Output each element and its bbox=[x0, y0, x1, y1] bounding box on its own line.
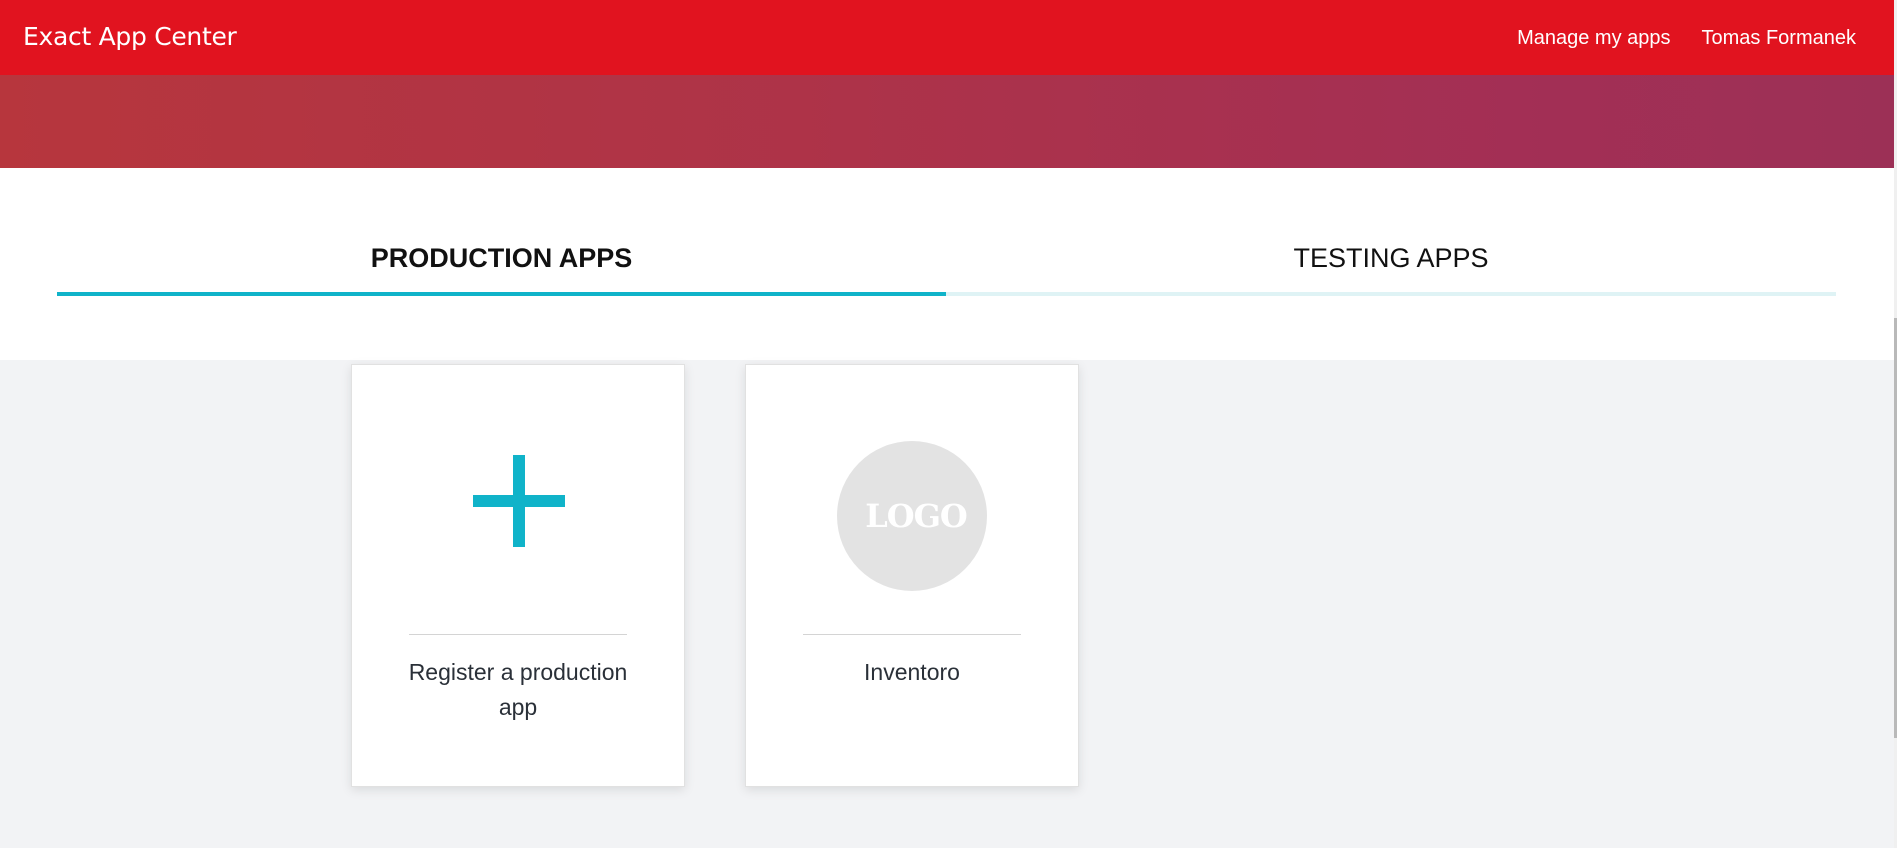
user-menu[interactable]: Tomas Formanek bbox=[1702, 27, 1857, 50]
manage-my-apps-link[interactable]: Manage my apps bbox=[1517, 27, 1670, 50]
apps-tab-bar: PRODUCTION APPS TESTING APPS bbox=[0, 168, 1894, 360]
app-title[interactable]: Exact App Center bbox=[23, 22, 237, 51]
register-app-label: Register a production app bbox=[408, 659, 628, 720]
top-nav-links: Manage my apps Tomas Formanek bbox=[1517, 27, 1856, 50]
app-card-inventoro[interactable]: LOGO Inventoro bbox=[745, 364, 1079, 787]
register-app-card[interactable]: Register a production app bbox=[351, 364, 685, 787]
tab-testing-indicator bbox=[946, 292, 1836, 296]
tab-production-indicator bbox=[57, 292, 946, 296]
tab-testing-apps[interactable]: TESTING APPS bbox=[946, 243, 1836, 274]
app-logo-placeholder: LOGO bbox=[837, 441, 987, 591]
top-navigation-bar: Exact App Center Manage my apps Tomas Fo… bbox=[0, 0, 1894, 75]
plus-icon bbox=[473, 455, 565, 547]
app-name-label: Inventoro bbox=[864, 659, 960, 685]
tab-production-apps[interactable]: PRODUCTION APPS bbox=[57, 243, 946, 274]
card-divider bbox=[409, 634, 627, 635]
hero-banner bbox=[0, 75, 1894, 168]
card-divider bbox=[803, 634, 1021, 635]
